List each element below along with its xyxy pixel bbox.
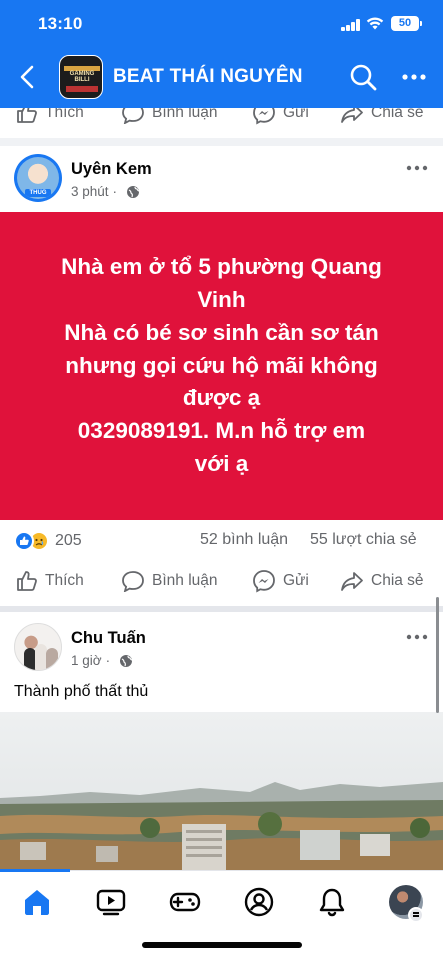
share-label: Chia sẻ — [371, 108, 424, 121]
more-options-icon[interactable] — [400, 63, 428, 91]
battery-indicator: 50 — [391, 16, 422, 31]
send-label: Gửi — [283, 108, 309, 121]
profile-icon[interactable] — [243, 886, 275, 918]
reaction-count: 205 — [55, 532, 82, 549]
wifi-icon — [366, 17, 384, 30]
messenger-icon — [253, 108, 275, 125]
video-icon[interactable] — [95, 886, 127, 918]
share-count[interactable]: 55 lượt chia sẻ — [310, 531, 417, 549]
page-logo-text: GAMING BILLI — [69, 71, 95, 83]
logo-decoration — [66, 86, 98, 92]
avatar-figure — [46, 648, 58, 670]
avatar-photo: THUG — [17, 157, 59, 199]
app-header: 13:10 50 GAMING BILLI BEAT THÁI NGUYÊN — [0, 0, 443, 108]
notifications-bell-icon[interactable] — [316, 886, 348, 918]
post-more-icon[interactable] — [405, 163, 429, 173]
like-label: Thích — [45, 572, 84, 589]
share-button[interactable]: Chia sẻ — [340, 564, 424, 598]
gaming-icon[interactable] — [169, 886, 201, 918]
menu-icon — [408, 907, 424, 923]
post-meta: 1 giờ · — [71, 653, 133, 668]
post-meta: 3 phút · — [71, 184, 140, 199]
avatar-tag: THUG — [25, 189, 51, 197]
post-author-name[interactable]: Chu Tuấn — [71, 629, 146, 648]
post-text-line: với ạ — [194, 451, 249, 477]
status-bar: 13:10 50 — [0, 0, 443, 48]
page-title[interactable]: BEAT THÁI NGUYÊN — [113, 66, 303, 88]
send-label: Gửi — [283, 572, 309, 589]
comment-icon — [122, 108, 144, 124]
like-label: Thích — [45, 108, 84, 121]
thumbs-up-icon — [17, 571, 37, 591]
active-tab-indicator — [0, 869, 70, 872]
post-more-icon[interactable] — [405, 632, 429, 642]
post-author-name[interactable]: Uyên Kem — [71, 160, 152, 179]
share-arrow-icon — [341, 108, 363, 123]
post-text-line: Nhà có bé sơ sinh cần sơ tán — [64, 319, 379, 345]
globe-icon — [127, 185, 140, 198]
post-actions: Thích Bình luận Gửi Chia sẻ — [0, 564, 443, 598]
author-avatar[interactable] — [14, 623, 62, 671]
meta-separator: · — [105, 653, 111, 668]
post-text-line: 0329089191. M.n hỗ trợ em — [77, 418, 366, 444]
home-icon[interactable] — [21, 886, 53, 918]
page-avatar[interactable]: GAMING BILLI — [59, 55, 103, 99]
flooded-city-photo[interactable] — [0, 712, 443, 872]
globe-icon — [120, 654, 133, 667]
post-text-line: được ạ — [182, 385, 261, 411]
post-text: Thành phố thất thủ — [14, 683, 149, 700]
author-avatar[interactable]: THUG — [14, 154, 62, 202]
like-reaction-icon — [14, 531, 34, 551]
comment-count[interactable]: 52 bình luận — [200, 531, 288, 549]
reaction-summary[interactable]: 205 — [14, 530, 82, 552]
comment-label: Bình luận — [152, 572, 218, 589]
home-indicator — [142, 942, 302, 948]
search-icon[interactable] — [349, 63, 377, 91]
meta-separator: · — [112, 184, 118, 199]
status-time: 13:10 — [38, 14, 83, 33]
post-card: Chu Tuấn 1 giờ · Thành phố thất thủ — [0, 612, 443, 872]
cellular-signal-icon — [341, 19, 361, 31]
send-button[interactable]: Gửi — [252, 564, 309, 598]
like-button[interactable]: Thích — [16, 108, 84, 130]
page-nav-bar: GAMING BILLI BEAT THÁI NGUYÊN — [0, 52, 443, 102]
post-text: Nhà em ở tổ 5 phường Quang Vinh Nhà có b… — [42, 251, 402, 481]
post-text-line: Nhà em ở tổ 5 phường Quang — [61, 254, 382, 280]
post-card: THUG Uyên Kem 3 phút · Nhà em ở tổ 5 phư… — [0, 146, 443, 606]
comment-button[interactable]: Bình luận — [121, 564, 218, 598]
share-label: Chia sẻ — [371, 572, 424, 589]
post-text-line: nhưng gọi cứu hộ mãi không — [65, 352, 378, 378]
share-arrow-icon — [341, 572, 363, 591]
post-time: 1 giờ — [71, 653, 102, 668]
share-button[interactable]: Chia sẻ — [340, 108, 424, 130]
comment-button[interactable]: Bình luận — [121, 108, 218, 130]
comment-icon — [122, 571, 144, 592]
post-time: 3 phút — [71, 184, 109, 199]
comment-label: Bình luận — [152, 108, 218, 121]
back-arrow-icon[interactable] — [16, 64, 40, 90]
send-button[interactable]: Gửi — [252, 108, 309, 130]
post-text-background[interactable]: Nhà em ở tổ 5 phường Quang Vinh Nhà có b… — [0, 212, 443, 520]
post-text-line: Vinh — [197, 286, 246, 312]
previous-post-actions: Thích Bình luận Gửi Chia sẻ — [0, 108, 443, 138]
like-button[interactable]: Thích — [16, 564, 84, 598]
scrollbar[interactable] — [436, 597, 439, 713]
messenger-icon — [253, 570, 275, 593]
thumbs-up-icon — [17, 108, 37, 123]
